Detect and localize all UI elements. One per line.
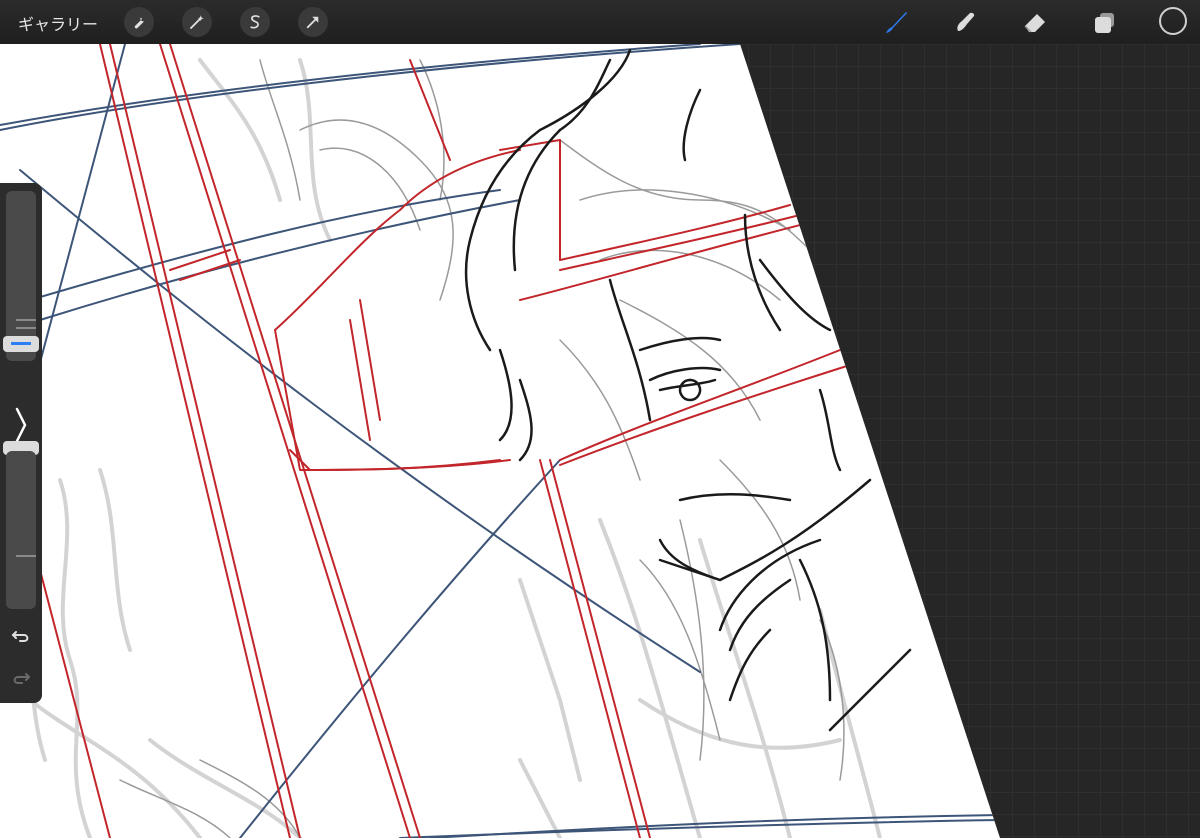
selection-s-icon [250, 15, 260, 29]
magic-wand-icon [190, 15, 204, 29]
undo-icon [11, 631, 29, 642]
size-slider-tick [16, 327, 36, 329]
brush-opacity-slider[interactable] [6, 451, 36, 609]
opacity-slider-tick [16, 555, 36, 557]
actions-button[interactable] [124, 7, 154, 37]
smudge-icon [957, 12, 975, 32]
brush-sidebar [0, 183, 42, 703]
top-toolbar: ギャラリー [0, 0, 1200, 44]
brush-size-thumb[interactable] [3, 336, 39, 352]
paint-tool-button[interactable] [880, 7, 910, 37]
undo-button[interactable] [8, 623, 34, 649]
chevron-right-icon [15, 407, 27, 443]
color-picker-button[interactable] [1159, 7, 1187, 35]
brush-icon [886, 12, 907, 33]
drawing-canvas[interactable] [0, 0, 1200, 838]
smudge-tool-button[interactable] [950, 7, 980, 37]
layers-button[interactable] [1090, 7, 1120, 37]
gallery-button[interactable]: ギャラリー [18, 11, 98, 35]
eraser-tool-button[interactable] [1020, 7, 1050, 37]
arrow-cursor-icon [306, 16, 319, 29]
layers-icon [1095, 13, 1114, 33]
transform-button[interactable] [298, 7, 328, 37]
redo-icon [13, 673, 31, 684]
brush-size-indicator [11, 342, 31, 345]
selection-button[interactable] [240, 7, 270, 37]
eraser-icon [1024, 14, 1045, 33]
redo-button[interactable] [8, 665, 34, 691]
adjustments-button[interactable] [182, 7, 212, 37]
size-slider-tick [16, 319, 36, 321]
wrench-icon [134, 17, 145, 29]
